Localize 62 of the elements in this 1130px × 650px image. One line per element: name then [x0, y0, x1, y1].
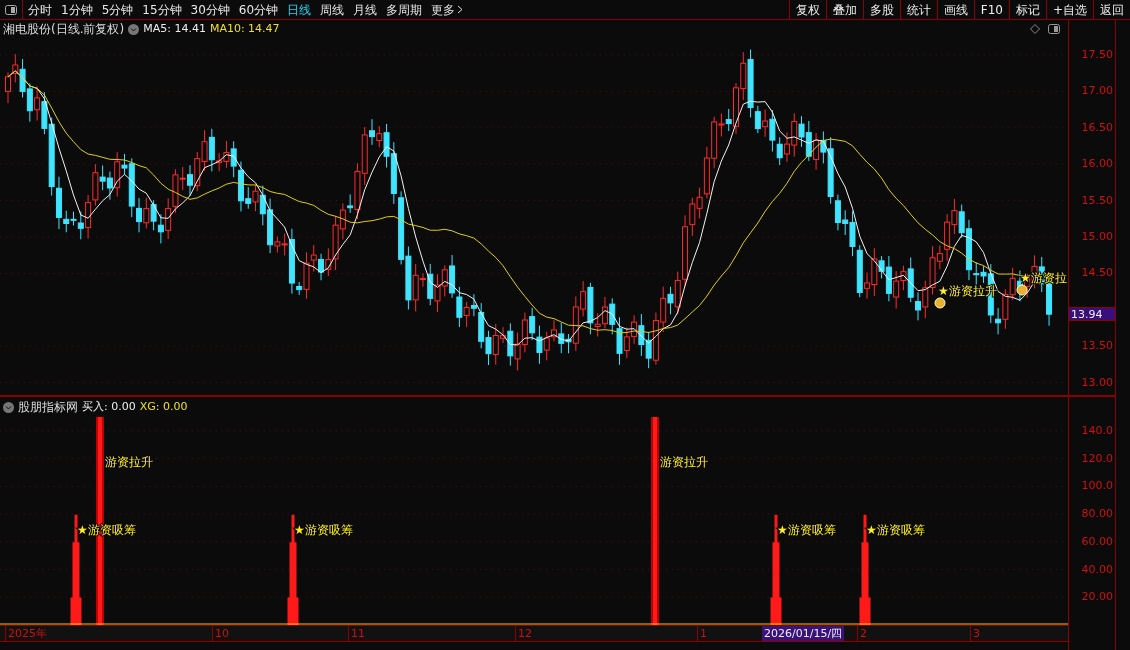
- time-axis-label: 11: [348, 626, 365, 641]
- indicator-tick: 120.0: [1081, 452, 1113, 465]
- toolbar-button[interactable]: +自选: [1045, 0, 1093, 19]
- toolbar-button[interactable]: 多股: [862, 0, 900, 19]
- more-menu[interactable]: 更多: [431, 0, 464, 19]
- time-axis-label: 12: [515, 626, 532, 641]
- chevron-right-icon: [457, 5, 464, 14]
- indicator-tick: 80.00: [1081, 508, 1113, 521]
- period-tab[interactable]: 周线: [320, 0, 345, 19]
- price-tick: 13.50: [1081, 340, 1113, 353]
- period-tab[interactable]: 60分钟: [238, 0, 279, 19]
- period-tab[interactable]: 30分钟: [190, 0, 230, 19]
- bar-label: ★游资吸筹: [777, 522, 836, 537]
- price-tick: 13.00: [1081, 376, 1113, 389]
- time-axis-label: 1: [697, 626, 707, 641]
- time-axis-label: 3: [970, 626, 980, 641]
- chevron-down-icon[interactable]: [128, 23, 140, 35]
- coin-icon: [1016, 284, 1028, 296]
- buy-value: 买入: 0.00: [82, 398, 136, 415]
- bar-label: ★游资吸筹: [866, 522, 925, 537]
- time-axis-label: 2025年: [5, 626, 47, 641]
- toolbar-button[interactable]: 返回: [1093, 0, 1130, 19]
- bar-label: 游资拉升: [105, 455, 153, 469]
- price-tick: 15.00: [1081, 231, 1113, 243]
- xg-value: XG: 0.00: [139, 398, 188, 415]
- indicator-tick: 100.0: [1081, 480, 1113, 493]
- period-tab[interactable]: 月线: [353, 0, 378, 19]
- price-tick: 17.50: [1081, 49, 1113, 61]
- current-price-label: 13.94: [1069, 307, 1115, 322]
- indicator-tick: 40.00: [1081, 563, 1113, 576]
- price-tick: 16.50: [1081, 121, 1113, 134]
- time-axis-label: 2: [857, 626, 867, 641]
- indicator-tick: 140.0: [1081, 425, 1113, 437]
- price-tick: 15.50: [1081, 194, 1113, 207]
- bar-label: 游资拉升: [660, 455, 708, 469]
- price-tick: 17.00: [1081, 85, 1113, 98]
- indicator-title: 股朋指标网: [18, 399, 78, 416]
- toolbar-button[interactable]: 复权: [788, 0, 826, 19]
- chevron-down-icon[interactable]: [3, 401, 14, 413]
- toolbar-button[interactable]: 标记: [1008, 0, 1046, 19]
- toolbar-button[interactable]: 画线: [936, 0, 974, 19]
- period-tab[interactable]: 日线: [287, 0, 312, 19]
- indicator-tick: 60.00: [1081, 535, 1113, 548]
- toolbar-button[interactable]: 叠加: [825, 0, 863, 19]
- period-tab[interactable]: 分时: [28, 0, 52, 19]
- toolbar-button[interactable]: F10: [973, 0, 1009, 19]
- period-tab[interactable]: 多周期: [386, 0, 423, 19]
- period-tab[interactable]: 5分钟: [101, 0, 134, 19]
- toolbar-button[interactable]: 统计: [899, 0, 937, 19]
- chart-title: 湘电股份(日线.前复权): [3, 21, 125, 38]
- price-tick: 14.50: [1081, 267, 1113, 280]
- time-axis-label: 10: [212, 626, 229, 641]
- period-tab[interactable]: 1分钟: [61, 0, 93, 19]
- panel-toggle-icon[interactable]: [1048, 24, 1060, 34]
- price-tick: 16.00: [1081, 158, 1113, 171]
- ma5-value: MA5: 14.41: [143, 20, 206, 37]
- ma10-value: MA10: 14.47: [209, 20, 280, 37]
- period-tab[interactable]: 15分钟: [142, 0, 182, 19]
- coin-icon: [934, 297, 946, 309]
- time-axis-label: 2026/01/15/四: [762, 626, 845, 641]
- bar-label: ★游资吸筹: [294, 522, 353, 537]
- indicator-tick: 20.00: [1081, 591, 1113, 604]
